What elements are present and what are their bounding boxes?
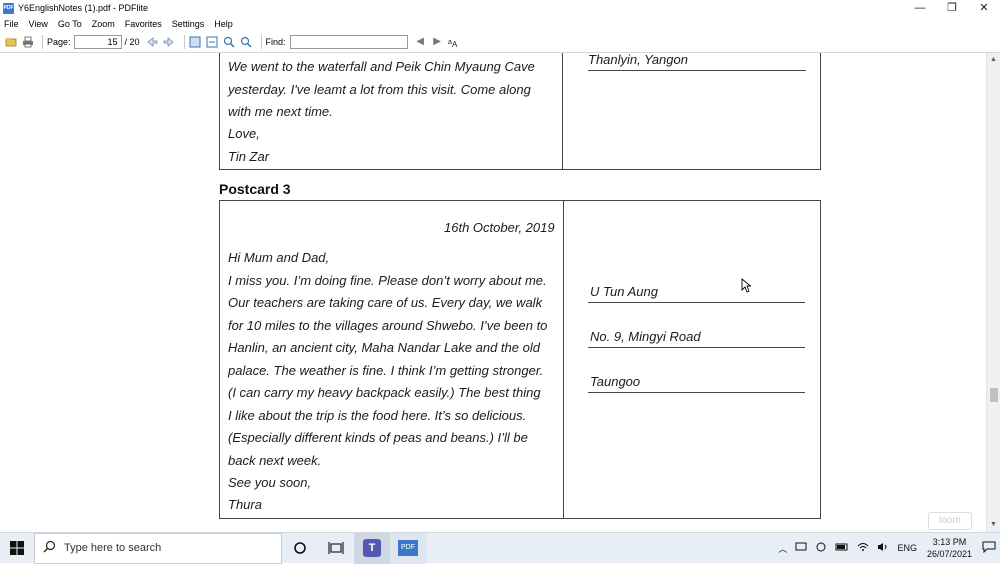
postcard-2-divider	[562, 53, 563, 170]
postcard-3-text-line: palace. The weather is fine. I think I’m…	[228, 363, 544, 378]
postcard-3-address-line: Taungoo	[590, 374, 641, 389]
system-clock[interactable]: 3:13 PM 26/07/2021	[927, 536, 972, 560]
scrollbar-thumb[interactable]	[990, 388, 998, 402]
volume-icon[interactable]	[877, 542, 889, 554]
postcard-3-text-line: I like about the trip is the food here. …	[228, 408, 527, 423]
postcard-2-text-line: with me next time.	[228, 104, 333, 119]
postcard-3-box	[219, 200, 821, 519]
menu-zoom[interactable]: Zoom	[92, 19, 115, 29]
postcard-3-text-line: Hanlin, an ancient city, Maha Nandar Lak…	[228, 340, 540, 355]
menu-settings[interactable]: Settings	[172, 19, 205, 29]
window-title: Y6EnglishNotes (1).pdf - PDFlite	[18, 3, 149, 13]
menu-help[interactable]: Help	[214, 19, 233, 29]
toolbar-separator	[183, 34, 185, 49]
address-underline	[588, 70, 806, 71]
menu-file[interactable]: File	[4, 19, 19, 29]
postcard-3-address-line: U Tun Aung	[590, 284, 658, 299]
menu-favorites[interactable]: Favorites	[125, 19, 162, 29]
maximize-button[interactable]: ❐	[936, 0, 968, 16]
address-underline	[588, 302, 805, 303]
postcard-3-date: 16th October, 2019	[444, 220, 555, 235]
taskbar: Type here to search T PDF ︿ ENG 3:13 PM …	[0, 532, 1000, 564]
scroll-up-icon[interactable]: ▲	[987, 53, 1000, 67]
loom-watermark: loom	[928, 512, 972, 530]
postcard-2-text-line: yesterday. I've leamt a lot from this vi…	[228, 82, 531, 97]
postcard-3-address-line: No. 9, Mingyi Road	[590, 329, 701, 344]
wifi-icon[interactable]	[857, 542, 869, 554]
close-button[interactable]: ✕	[968, 0, 1000, 16]
postcard-3-text-line: Our teachers are taking care of us. Ever…	[228, 295, 543, 310]
postcard-3-text-line: See you soon,	[228, 475, 312, 490]
taskbar-search-box[interactable]: Type here to search	[34, 532, 282, 564]
teams-icon: T	[363, 539, 381, 557]
fit-page-icon[interactable]	[189, 35, 202, 48]
task-view-icon[interactable]	[318, 533, 354, 564]
language-indicator[interactable]: ENG	[897, 543, 917, 553]
postcard-3-text-line: Hi Mum and Dad,	[228, 250, 330, 265]
pdflite-icon: PDF	[398, 540, 418, 556]
address-underline	[588, 392, 805, 393]
title-bar: PDF Y6EnglishNotes (1).pdf - PDFlite — ❐…	[0, 0, 1000, 16]
toolbar-separator	[260, 34, 262, 49]
menu-view[interactable]: View	[29, 19, 48, 29]
mouse-cursor-icon	[741, 278, 751, 293]
page-number-input[interactable]	[73, 34, 122, 49]
postcard-3-text-line: for 10 miles to the villages around Shwe…	[228, 318, 548, 333]
search-icon	[43, 540, 56, 556]
page-label: Page:	[47, 36, 71, 47]
find-label: Find:	[265, 36, 286, 47]
postcard-2-text-line: Tin Zar	[228, 149, 270, 164]
document-view[interactable]: We went to the waterfall and Peik Chin M…	[0, 53, 986, 532]
find-previous-icon[interactable]: ◀	[414, 35, 427, 48]
prev-page-icon[interactable]	[146, 35, 159, 48]
postcard-2-address-line: Thanlyin, Yangon	[588, 53, 688, 67]
address-underline	[588, 347, 805, 348]
clock-date: 26/07/2021	[926, 549, 972, 559]
postcard-3-text-line: (Especially different kinds of peas and …	[228, 430, 528, 445]
onedrive-icon[interactable]	[795, 542, 807, 554]
minimize-button[interactable]: —	[904, 0, 936, 16]
battery-icon[interactable]	[835, 542, 849, 554]
toolbar-separator	[42, 34, 43, 49]
svg-text:A: A	[452, 40, 458, 48]
menu-bar: File View Go To Zoom Favorites Settings …	[0, 16, 1000, 31]
find-next-icon[interactable]: ▶	[431, 35, 444, 48]
vertical-scrollbar[interactable]: ▲ ▼	[986, 53, 1000, 532]
clock-time: 3:13 PM	[932, 537, 967, 547]
postcard-3-divider	[563, 200, 564, 519]
zoom-in-icon[interactable]	[223, 35, 236, 48]
zoom-out-icon[interactable]	[240, 35, 253, 48]
print-icon[interactable]	[21, 35, 34, 48]
postcard-3-heading: Postcard 3	[219, 181, 291, 197]
teams-taskbar-button[interactable]: T	[354, 532, 390, 564]
match-case-icon[interactable]: aA	[448, 35, 461, 48]
notification-center-icon[interactable]	[982, 541, 996, 555]
postcard-3-text-line: back next week.	[228, 453, 322, 468]
menu-go-to[interactable]: Go To	[58, 19, 82, 29]
postcard-2-text-line: Love,	[228, 126, 260, 141]
pdflite-taskbar-button[interactable]: PDF	[390, 532, 426, 564]
system-tray: ︿ ENG 3:13 PM 26/07/2021	[774, 533, 1000, 564]
taskbar-search-placeholder: Type here to search	[64, 542, 162, 554]
postcard-3-text-line: (I can carry my heavy backpack easily.) …	[228, 385, 541, 400]
app-icon: PDF	[3, 2, 14, 14]
postcard-2-text-line: We went to the waterfall and Peik Chin M…	[228, 59, 535, 74]
scroll-down-icon[interactable]: ▼	[987, 518, 1000, 532]
next-page-icon[interactable]	[163, 35, 176, 48]
page-total: / 20	[124, 36, 140, 47]
cortana-icon[interactable]	[282, 533, 318, 564]
find-input[interactable]	[289, 34, 408, 49]
fit-width-icon[interactable]	[206, 35, 219, 48]
postcard-3-text-line: I miss you. I’m doing fine. Please don’t…	[228, 273, 547, 288]
toolbar: Page: / 20 Find: ◀ ▶ aA	[0, 31, 1000, 53]
windows-start-icon[interactable]	[0, 533, 34, 564]
open-icon[interactable]	[4, 35, 17, 48]
tray-overflow-icon[interactable]: ︿	[778, 542, 787, 555]
network-drive-icon[interactable]	[815, 542, 827, 554]
postcard-3-text-line: Thura	[228, 497, 262, 512]
